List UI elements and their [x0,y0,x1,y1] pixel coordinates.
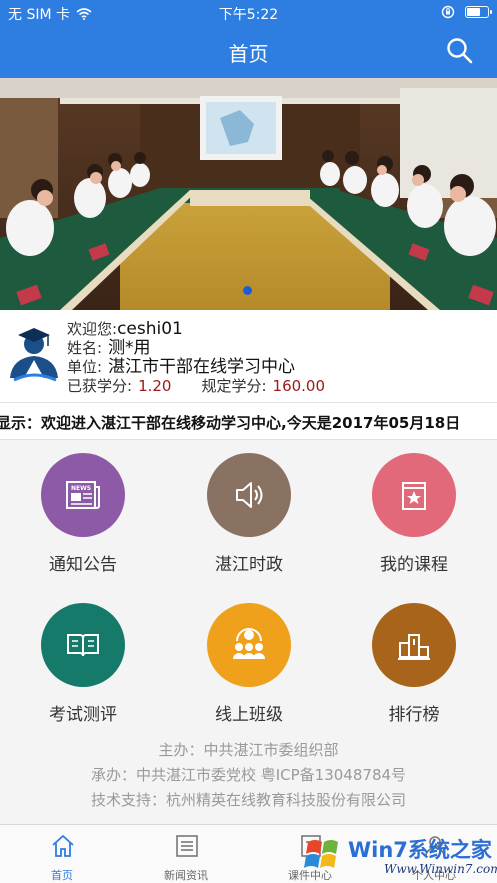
required-credits-value: 160.00 [272,377,326,395]
tab-home-label: 首页 [51,869,73,882]
unit-label: 单位: [67,358,103,376]
menu-my-courses-circle [372,453,456,537]
status-right [441,5,492,19]
menu-notice-label: 通知公告 [49,555,117,575]
menu-politics-label: 湛江时政 [215,555,283,575]
speaker-icon [236,482,263,508]
menu-online-class-label: 线上班级 [215,705,283,725]
menu-notice-circle: NEWS [41,453,125,537]
menu-exam-label: 考试测评 [49,705,117,725]
search-icon[interactable] [445,36,475,66]
windows-logo-icon [304,840,338,868]
nav-bar: 首页 [0,24,497,78]
menu-politics-circle [207,453,291,537]
user-unit: 湛江市干部在线学习中心 [108,357,296,377]
watermark-url: Www.Winwin7.com [384,862,497,876]
status-bar: 无 SIM 卡 下午5:22 [0,0,497,24]
menu-online-class[interactable]: 线上班级 [166,590,332,740]
banner-carousel[interactable] [0,78,497,310]
name-label: 姓名: [67,339,103,357]
welcome-row: 欢迎您: ceshi01 [67,320,325,339]
graduate-avatar-icon [10,328,58,382]
menu-my-courses-label: 我的课程 [380,555,448,575]
home-icon [52,835,74,857]
podium-icon [398,634,430,660]
menu-politics[interactable]: 湛江时政 [166,440,332,590]
welcome-label: 欢迎您: [67,320,118,338]
footer-info: 主办：中共湛江市委组织部 承办：中共湛江市委党校 粤ICP备13048784号 … [0,738,497,813]
tab-news[interactable]: 新闻资讯 [124,825,248,883]
menu-ranking-circle [372,603,456,687]
menu-exam[interactable]: 考试测评 [0,590,166,740]
footer-organizer: 承办：中共湛江市委党校 粤ICP备13048784号 [90,766,407,784]
menu-grid: NEWS 通知公告 湛江时政 我的课程 考试测评 线上班级 排行榜 [0,440,497,740]
status-time: 下午5:22 [218,7,279,23]
site-watermark: Win7系统之家 Www.Winwin7.com [302,828,497,883]
star-book-icon [402,482,426,510]
marquee-text: 显示：欢迎进入湛江干部在线移动学习中心,今天是2017年05月18日 [0,414,461,432]
footer-host: 主办：中共湛江市委组织部 [158,741,339,759]
unit-row: 单位: 湛江市干部在线学习中心 [67,358,325,377]
menu-online-class-circle [207,603,291,687]
news-list-icon [176,835,198,857]
svg-text:NEWS: NEWS [71,485,91,492]
menu-my-courses[interactable]: 我的课程 [331,440,497,590]
group-icon [233,628,265,659]
required-credits-label: 规定学分: [201,377,267,395]
menu-ranking-label: 排行榜 [388,705,440,725]
newspaper-icon: NEWS [66,481,100,509]
page-title: 首页 [228,42,269,66]
earned-credits-label: 已获学分: [67,377,133,395]
tab-news-label: 新闻资讯 [164,869,208,882]
banner-image [0,78,497,310]
profile-card: 欢迎您: ceshi01 姓名: 测*用 单位: 湛江市干部在线学习中心 已获学… [0,310,497,402]
credits-row: 已获学分: 1.20 规定学分: 160.00 [67,377,325,396]
footer-support: 技术支持：杭州精英在线教育科技股份有限公司 [90,791,406,809]
notice-marquee: 显示：欢迎进入湛江干部在线移动学习中心,今天是2017年05月18日 [0,402,497,440]
user-name: 测*用 [108,338,151,358]
carousel-indicator[interactable] [243,286,252,295]
menu-exam-circle [41,603,125,687]
menu-ranking[interactable]: 排行榜 [331,590,497,740]
menu-notice[interactable]: NEWS 通知公告 [0,440,166,590]
name-row: 姓名: 测*用 [67,339,325,358]
tab-home[interactable]: 首页 [0,825,124,883]
earned-credits-value: 1.20 [138,377,172,395]
open-book-icon [67,634,99,657]
profile-info: 欢迎您: ceshi01 姓名: 测*用 单位: 湛江市干部在线学习中心 已获学… [67,320,325,396]
watermark-title: Win7系统之家 [348,838,492,862]
rotation-lock-icon [441,5,455,19]
battery-icon [465,6,492,18]
username: ceshi01 [117,319,183,339]
